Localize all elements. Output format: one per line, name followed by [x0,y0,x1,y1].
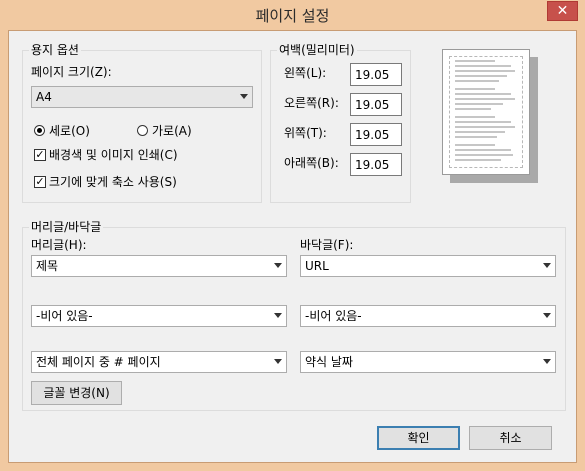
preview-text-line [455,154,513,156]
chevron-down-icon [274,313,282,318]
preview-text-line [455,116,495,118]
landscape-radio[interactable] [137,125,148,136]
chevron-down-icon [543,359,551,364]
bottom-margin-label: 아래쪽(B): [284,156,339,170]
footer-value-1: URL [305,259,329,273]
header-value-3: 전체 페이지 중 # 페이지 [36,355,161,369]
header-label: 머리글(H): [31,238,87,252]
preview-text-line [455,159,501,161]
dialog-body: 용지 옵션 페이지 크기(Z): A4 세로(O) 가로(A) ✓ 배경색 및 … [8,30,577,463]
preview-text-line [455,126,515,128]
paper-options-label: 용지 옵션 [29,43,81,57]
radio-selected-dot [37,128,42,133]
preview-text-line [455,75,507,77]
chevron-down-icon [274,359,282,364]
page-size-value: A4 [36,90,52,104]
footer-value-3: 약식 날짜 [305,355,353,369]
page-size-label: 페이지 크기(Z): [31,65,112,79]
header-value-1: 제목 [36,259,59,273]
margins-label: 여백(밀리미터) [277,43,357,57]
footer-select-2[interactable]: -비어 있음- [300,305,556,327]
preview-text-line [455,149,511,151]
page-size-select[interactable]: A4 [31,86,253,108]
change-font-button[interactable]: 글꼴 변경(N) [31,381,122,405]
footer-select-1[interactable]: URL [300,255,556,277]
header-select-3[interactable]: 전체 페이지 중 # 페이지 [31,351,287,373]
chevron-down-icon [274,263,282,268]
preview-text-line [455,131,505,133]
ok-button[interactable]: 확인 [377,426,460,450]
print-background-label[interactable]: 배경색 및 이미지 인쇄(C) [49,148,178,162]
chevron-down-icon [240,94,248,99]
preview-text-line [455,88,495,90]
shrink-to-fit-checkbox[interactable]: ✓ [34,176,46,188]
chevron-down-icon [543,313,551,318]
page-preview [442,49,530,175]
top-margin-input[interactable]: 19.05 [350,123,402,146]
preview-text-line [455,121,511,123]
preview-text-line [455,65,511,67]
right-margin-value: 19.05 [355,98,390,112]
right-margin-input[interactable]: 19.05 [350,93,402,116]
preview-text-line [455,60,495,62]
portrait-radio[interactable] [34,125,45,136]
shrink-to-fit-label[interactable]: 크기에 맞게 축소 사용(S) [49,175,177,189]
footer-select-3[interactable]: 약식 날짜 [300,351,556,373]
preview-text-line [455,103,503,105]
portrait-label[interactable]: 세로(O) [49,124,90,138]
footer-label: 바닥글(F): [300,238,354,252]
bottom-margin-input[interactable]: 19.05 [350,153,402,176]
preview-margin-frame [449,56,523,168]
preview-text-line [455,108,491,110]
bottom-margin-value: 19.05 [355,158,390,172]
header-select-2[interactable]: -비어 있음- [31,305,287,327]
preview-text-line [455,136,497,138]
cancel-button[interactable]: 취소 [469,426,552,450]
right-margin-label: 오른쪽(R): [284,96,339,110]
landscape-label[interactable]: 가로(A) [152,124,192,138]
left-margin-value: 19.05 [355,68,390,82]
preview-text-line [455,70,515,72]
window-title: 페이지 설정 [255,7,330,25]
close-icon: ✕ [556,3,569,19]
left-margin-input[interactable]: 19.05 [350,63,402,86]
close-button[interactable]: ✕ [547,1,578,21]
preview-text-line [455,93,511,95]
top-margin-label: 위쪽(T): [284,126,327,140]
header-footer-label: 머리글/바닥글 [29,220,104,234]
preview-text-line [455,98,515,100]
footer-value-2: -비어 있음- [305,309,362,323]
header-select-1[interactable]: 제목 [31,255,287,277]
chevron-down-icon [543,263,551,268]
print-background-checkbox[interactable]: ✓ [34,149,46,161]
header-value-2: -비어 있음- [36,309,93,323]
title-bar: 페이지 설정 ✕ [0,0,585,30]
left-margin-label: 왼쪽(L): [284,66,327,80]
top-margin-value: 19.05 [355,128,390,142]
preview-text-line [455,144,495,146]
preview-text-line [455,80,499,82]
